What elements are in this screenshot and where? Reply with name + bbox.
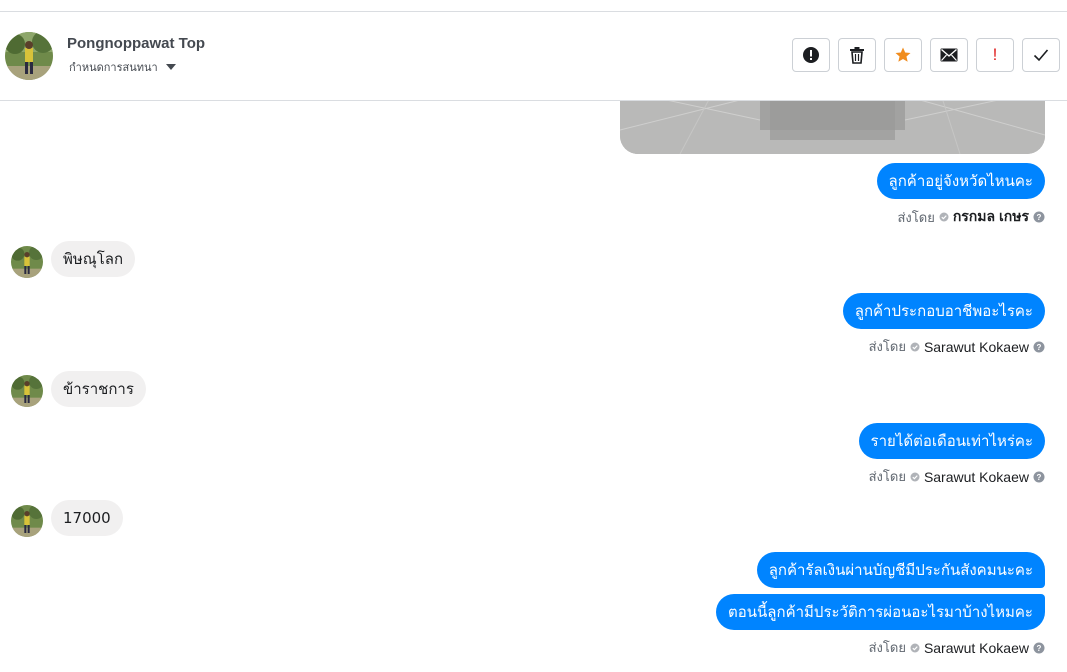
- message-text: ตอนนี้ลูกค้ามีประวัติการผ่อนอะไรมาบ้างไห…: [728, 603, 1033, 621]
- svg-text:?: ?: [1037, 473, 1042, 482]
- sent-by-line: ส่งโดย กรกมล เกษร ?: [897, 206, 1045, 228]
- envelope-icon: [940, 48, 958, 62]
- message-text: รายได้ต่อเดือนเท่าไหร่คะ: [870, 432, 1033, 450]
- contact-avatar[interactable]: [5, 32, 53, 80]
- sender-name: Sarawut Kokaew: [923, 639, 1029, 656]
- trash-icon: [850, 47, 864, 64]
- message-text: ข้าราชการ: [63, 380, 134, 398]
- help-icon[interactable]: ?: [1033, 341, 1045, 353]
- verified-icon: [910, 342, 920, 352]
- sender-name: Sarawut Kokaew: [923, 338, 1029, 355]
- incoming-message[interactable]: พิษณุโลก: [51, 241, 136, 277]
- svg-text:?: ?: [1037, 644, 1042, 653]
- message-text: ลูกค้ารัลเงินผ่านบัญชีมีประกันสังคมนะคะ: [768, 561, 1033, 579]
- incoming-message[interactable]: ข้าราชการ: [51, 371, 146, 407]
- incoming-message[interactable]: 17000: [51, 500, 123, 536]
- sender-name: กรกมล เกษร: [952, 208, 1029, 224]
- message-text: ลูกค้าอยู่จังหวัดไหนคะ: [888, 172, 1033, 190]
- sent-by-label: ส่งโดย: [868, 340, 906, 355]
- caret-down-icon: [165, 64, 176, 70]
- help-icon[interactable]: ?: [1033, 642, 1045, 654]
- help-icon[interactable]: ?: [1033, 211, 1045, 223]
- outgoing-message[interactable]: ลูกค้ารัลเงินผ่านบัญชีมีประกันสังคมนะคะ: [756, 552, 1045, 588]
- sent-by-label: ส่งโดย: [868, 641, 906, 656]
- sent-by-line: ส่งโดย Sarawut Kokaew ?: [869, 336, 1045, 357]
- mark-done-button[interactable]: [1022, 38, 1060, 72]
- contact-avatar-small[interactable]: [11, 505, 43, 537]
- message-text: พิษณุโลก: [63, 250, 124, 268]
- star-button[interactable]: [884, 38, 922, 72]
- message-text: 17000: [63, 509, 111, 527]
- svg-text:?: ?: [1037, 343, 1042, 352]
- star-icon: [895, 47, 911, 62]
- conversation-header: Pongnoppawat Top กำหนดการสนทนา !: [0, 12, 1067, 101]
- conversation-options-dropdown[interactable]: กำหนดการสนทนา: [69, 58, 176, 76]
- check-icon: [1033, 49, 1049, 62]
- sent-by-line: ส่งโดย Sarawut Kokaew ?: [869, 466, 1045, 487]
- conversation-options-label: กำหนดการสนทนา: [69, 61, 158, 74]
- sent-by-line: ส่งโดย Sarawut Kokaew ?: [869, 637, 1045, 658]
- exclamation-icon: !: [992, 45, 998, 64]
- mark-unread-button[interactable]: [930, 38, 968, 72]
- delete-button[interactable]: [838, 38, 876, 72]
- outgoing-message[interactable]: ลูกค้าประกอบอาชีพอะไรคะ: [842, 293, 1045, 329]
- outgoing-message[interactable]: รายได้ต่อเดือนเท่าไหร่คะ: [858, 423, 1045, 459]
- outgoing-message[interactable]: ลูกค้าอยู่จังหวัดไหนคะ: [876, 163, 1045, 199]
- sent-by-label: ส่งโดย: [897, 210, 935, 226]
- contact-avatar-small[interactable]: [11, 246, 43, 278]
- message-text: ลูกค้าประกอบอาชีพอะไรคะ: [854, 302, 1033, 320]
- follow-up-button[interactable]: !: [976, 38, 1014, 72]
- verified-icon: [910, 472, 920, 482]
- verified-icon: [910, 643, 920, 653]
- header-actions: !: [792, 38, 1060, 72]
- sender-name: Sarawut Kokaew: [923, 468, 1029, 485]
- svg-text:?: ?: [1037, 213, 1042, 222]
- verified-icon: [939, 212, 949, 222]
- report-button[interactable]: [792, 38, 830, 72]
- contact-name[interactable]: Pongnoppawat Top: [67, 35, 205, 52]
- sent-by-label: ส่งโดย: [868, 470, 906, 485]
- help-icon[interactable]: ?: [1033, 471, 1045, 483]
- report-icon: [803, 47, 819, 63]
- outgoing-message[interactable]: ตอนนี้ลูกค้ามีประวัติการผ่อนอะไรมาบ้างไห…: [716, 594, 1045, 630]
- contact-avatar-small[interactable]: [11, 375, 43, 407]
